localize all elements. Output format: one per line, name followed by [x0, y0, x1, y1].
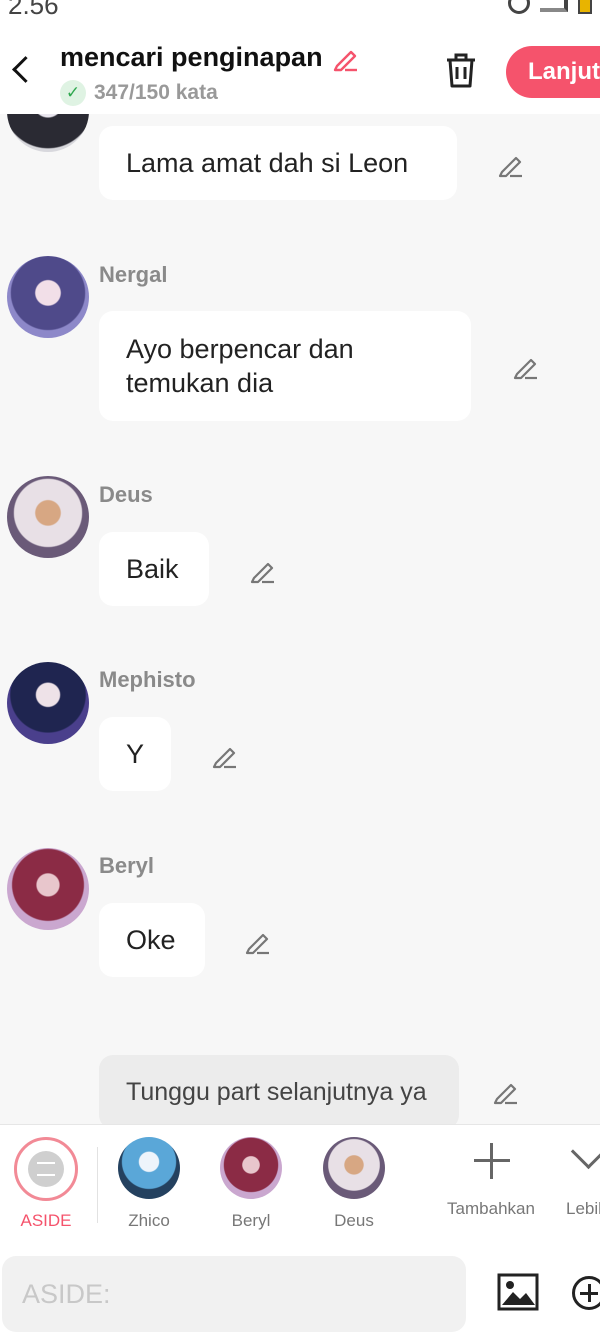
avatar[interactable]: [7, 848, 89, 930]
delete-button[interactable]: [440, 48, 482, 92]
speaker-name: Mephisto: [99, 667, 196, 692]
next-button[interactable]: Lanjut: [506, 46, 600, 98]
chevron-down-icon[interactable]: [572, 1139, 600, 1169]
edit-message-icon[interactable]: [491, 1077, 519, 1105]
divider: [97, 1147, 98, 1223]
edit-message-icon[interactable]: [248, 556, 276, 584]
edit-message-icon[interactable]: [243, 927, 271, 955]
aside-label: ASIDE: [20, 1211, 72, 1230]
message-bubble[interactable]: Y: [99, 717, 171, 791]
story-title: mencari penginapan: [60, 42, 323, 72]
avatar[interactable]: [7, 256, 89, 338]
word-count-text: 347/150 kata: [94, 81, 218, 104]
speaker-name: Beryl: [99, 853, 155, 878]
battery-icon: [578, 0, 592, 14]
add-character-icon[interactable]: [474, 1143, 510, 1179]
character-label: Deus: [334, 1211, 374, 1230]
speaker-name: Nergal: [99, 262, 168, 287]
avatar[interactable]: [7, 114, 89, 152]
edit-message-icon[interactable]: [496, 150, 524, 178]
input-bar: [0, 1242, 600, 1334]
character-toolbar: ASIDE Zhico Beryl Deus Tambahkan Lebih: [0, 1124, 600, 1242]
chat-area[interactable]: Lama amat dah si Leon Nergal Ayo berpenc…: [0, 114, 600, 1124]
back-button[interactable]: [6, 50, 36, 90]
data-saver-icon: [508, 0, 530, 14]
message-bubble[interactable]: Ayo berpencar dan temukan dia: [99, 311, 471, 421]
edit-message-icon[interactable]: [511, 352, 539, 380]
aside-button[interactable]: [14, 1137, 78, 1201]
avatar[interactable]: [7, 662, 89, 744]
message-bubble[interactable]: Baik: [99, 532, 209, 606]
character-zhico[interactable]: [118, 1137, 180, 1199]
message-bubble[interactable]: Oke: [99, 903, 205, 977]
edit-title-icon[interactable]: [331, 44, 359, 72]
title-wrap: mencari penginapan: [60, 42, 359, 73]
word-count: ✓ 347/150 kata: [60, 80, 218, 106]
aside-bubble[interactable]: Tunggu part selanjutnya ya: [99, 1055, 459, 1124]
message-bubble[interactable]: Lama amat dah si Leon: [99, 126, 457, 200]
check-icon: ✓: [60, 80, 86, 106]
status-icons: [508, 0, 592, 14]
status-bar: 2.56: [0, 0, 600, 20]
status-time: 2.56: [8, 0, 59, 20]
character-label: Beryl: [231, 1211, 271, 1230]
character-deus[interactable]: [323, 1137, 385, 1199]
character-beryl[interactable]: [220, 1137, 282, 1199]
image-icon[interactable]: [496, 1272, 540, 1312]
add-character-label[interactable]: Tambahkan: [441, 1199, 541, 1219]
add-circle-icon[interactable]: [572, 1276, 600, 1310]
speaker-name: Deus: [99, 482, 153, 507]
more-label[interactable]: Lebih: [566, 1199, 600, 1219]
header: mencari penginapan ✓ 347/150 kata Lanjut: [0, 20, 600, 114]
aside-icon: [37, 1162, 55, 1176]
message-input[interactable]: [2, 1256, 466, 1332]
signal-icon: [540, 0, 568, 12]
avatar[interactable]: [7, 476, 89, 558]
edit-message-icon[interactable]: [210, 741, 238, 769]
character-label: Zhico: [128, 1211, 170, 1230]
